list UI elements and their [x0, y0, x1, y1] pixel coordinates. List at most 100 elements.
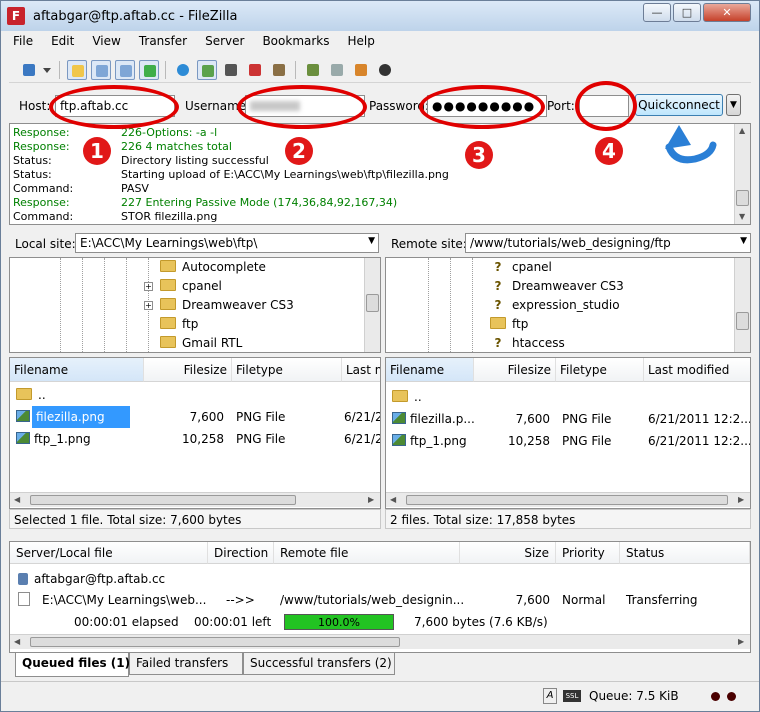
remote-site-label: Remote site: [391, 237, 467, 251]
file-row[interactable]: ftp_1.png 10,258 PNG File 6/21/2 [10, 428, 380, 450]
queue-size-status: Queue: 7.5 KiB [589, 689, 679, 703]
local-site-path-input[interactable]: E:\ACC\My Learnings\web\ftp\ ▼ [75, 233, 379, 253]
search-files-icon[interactable] [375, 60, 395, 80]
directory-listing-filters-icon[interactable] [303, 60, 323, 80]
menu-edit[interactable]: Edit [47, 34, 78, 48]
local-col-last-modified[interactable]: Last m [342, 358, 380, 382]
annotation-circle-password [419, 85, 545, 129]
menu-bookmarks[interactable]: Bookmarks [258, 34, 333, 48]
remote-list-hscrollbar[interactable]: ◀ ▶ [386, 492, 750, 507]
remote-directory-tree: ? cpanel ? Dreamweaver CS3 ? expression_stu… [385, 257, 751, 353]
file-icon [18, 592, 30, 606]
menu-transfer[interactable]: Transfer [135, 34, 191, 48]
local-col-filesize[interactable]: Filesize [144, 358, 232, 382]
refresh-icon[interactable] [173, 60, 193, 80]
site-manager-dropdown-icon[interactable] [41, 60, 53, 80]
queue-server-row[interactable]: aftabgar@ftp.aftab.cc [18, 572, 165, 586]
file-row[interactable]: filezilla.png 7,600 PNG File 6/21/2 [10, 406, 380, 428]
quickconnect-button[interactable]: Quickconnect [635, 94, 723, 116]
window-title: aftabgar@ftp.aftab.cc - FileZilla [33, 9, 238, 24]
menu-view[interactable]: View [88, 34, 124, 48]
tree-item[interactable]: ftp [490, 317, 528, 335]
tree-item[interactable]: Dreamweaver CS3 [160, 298, 294, 316]
expand-icon[interactable]: + [144, 301, 153, 310]
file-row-parent[interactable]: .. [10, 384, 380, 406]
directory-comparison-icon[interactable] [327, 60, 347, 80]
host-label: Host: [19, 99, 51, 113]
queue-col-server-local-file[interactable]: Server/Local file [10, 542, 208, 564]
queue-remote-file[interactable]: /www/tutorials/web_designin... [280, 593, 464, 607]
progress-text: 100.0% [318, 616, 360, 629]
remote-col-last-modified[interactable]: Last modified [644, 358, 750, 382]
local-directory-tree: + + Autocomplete cpanel Dreamweaver CS3 … [9, 257, 381, 353]
message-log: Response: 226-Options: -a -l Response: 226… [9, 123, 751, 225]
queue-col-size[interactable]: Size [460, 542, 556, 564]
folder-icon [160, 317, 176, 329]
folder-icon [160, 336, 176, 348]
menu-file[interactable]: File [9, 34, 37, 48]
remote-col-filename[interactable]: Filename [386, 358, 474, 382]
toggle-directory-tree-icon[interactable] [91, 60, 111, 80]
quickconnect-history-dropdown[interactable]: ▼ [726, 94, 741, 116]
local-col-filetype[interactable]: Filetype [232, 358, 342, 382]
queue-priority: Normal [562, 593, 606, 607]
tab-failed-transfers[interactable]: Failed transfers [129, 653, 243, 675]
tree-item[interactable]: ? expression_studio [490, 298, 620, 316]
queue-local-file[interactable]: E:\ACC\My Learnings\web... [42, 593, 206, 607]
tab-successful-transfers[interactable]: Successful transfers (2) [243, 653, 395, 675]
annotation-number-1: 1 [83, 137, 111, 165]
tree-item[interactable]: ? cpanel [490, 260, 552, 278]
queue-col-direction[interactable]: Direction [208, 542, 274, 564]
encryption-icon[interactable]: SSL [563, 690, 581, 702]
menu-server[interactable]: Server [201, 34, 248, 48]
queue-hscrollbar[interactable]: ◀ ▶ [10, 634, 750, 649]
tab-queued-files[interactable]: Queued files (1) [15, 653, 130, 677]
file-row[interactable]: ftp_1.png 10,258 PNG File 6/21/2011 12:2… [386, 430, 750, 452]
local-tree-scrollbar[interactable] [364, 258, 380, 352]
tree-item[interactable]: ? htaccess [490, 336, 565, 352]
unknown-folder-icon: ? [494, 260, 502, 274]
annotation-circle-host [49, 85, 179, 129]
remote-tree-scrollbar[interactable] [734, 258, 750, 352]
image-file-icon [16, 410, 30, 422]
tree-item[interactable]: cpanel [160, 279, 222, 297]
folder-icon [392, 390, 408, 402]
transfer-type-icon[interactable]: A [543, 688, 557, 704]
file-row[interactable]: filezilla.p... 7,600 PNG File 6/21/2011 … [386, 408, 750, 430]
local-site-label: Local site: [15, 237, 76, 251]
toggle-log-icon[interactable] [67, 60, 87, 80]
queue-col-priority[interactable]: Priority [556, 542, 620, 564]
cancel-operation-icon[interactable] [221, 60, 241, 80]
tree-item[interactable]: Autocomplete [160, 260, 266, 278]
tree-item[interactable]: Gmail RTL [160, 336, 242, 352]
synchronized-browsing-icon[interactable] [351, 60, 371, 80]
local-col-filename[interactable]: Filename [10, 358, 144, 382]
filezilla-logo-icon: F [7, 7, 25, 25]
minimize-button[interactable]: — [643, 3, 671, 22]
remote-col-filesize[interactable]: Filesize [474, 358, 556, 382]
log-scrollbar[interactable]: ▲ ▼ [734, 124, 750, 224]
queue-col-status[interactable]: Status [620, 542, 750, 564]
image-file-icon [392, 434, 406, 446]
local-list-hscrollbar[interactable]: ◀ ▶ [10, 492, 380, 507]
file-row-parent[interactable]: .. [386, 386, 750, 408]
elapsed-time: 00:00:01 elapsed [74, 615, 179, 629]
disconnect-icon[interactable] [245, 60, 265, 80]
remote-col-filetype[interactable]: Filetype [556, 358, 644, 382]
reconnect-icon[interactable] [269, 60, 289, 80]
site-manager-icon[interactable] [19, 60, 39, 80]
title-bar[interactable]: F aftabgar@ftp.aftab.cc - FileZilla — □ … [1, 1, 759, 31]
remote-status: 2 files. Total size: 17,858 bytes [385, 509, 751, 529]
toggle-remote-tree-icon[interactable] [115, 60, 135, 80]
tree-item[interactable]: ? Dreamweaver CS3 [490, 279, 624, 297]
process-queue-icon[interactable] [197, 60, 217, 80]
queue-col-remote-file[interactable]: Remote file [274, 542, 460, 564]
blue-curved-arrow-icon [665, 125, 717, 164]
close-button[interactable]: ✕ [703, 3, 751, 22]
maximize-button[interactable]: □ [673, 3, 701, 22]
expand-icon[interactable]: + [144, 282, 153, 291]
tree-item[interactable]: ftp [160, 317, 198, 335]
toggle-queue-icon[interactable] [139, 60, 159, 80]
menu-help[interactable]: Help [344, 34, 379, 48]
remote-site-path-input[interactable]: /www/tutorials/web_designing/ftp ▼ [465, 233, 751, 253]
